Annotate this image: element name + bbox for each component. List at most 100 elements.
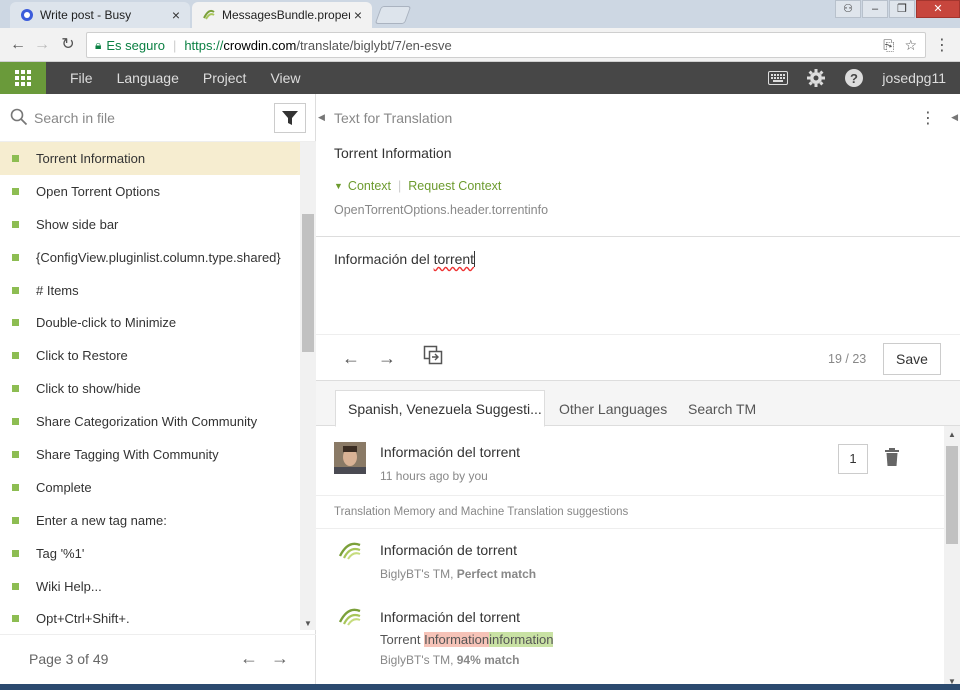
browser-tab-crowdin[interactable]: MessagesBundle.properti × xyxy=(192,2,372,28)
scroll-up-icon[interactable]: ▲ xyxy=(948,430,956,439)
tab-other-languages[interactable]: Other Languages xyxy=(547,390,679,427)
save-button[interactable]: Save xyxy=(883,343,941,375)
list-item-label: Open Torrent Options xyxy=(36,183,161,199)
browser-tab-strip: Write post - Busy × MessagesBundle.prope… xyxy=(0,0,960,28)
list-item[interactable]: Share Tagging With Community xyxy=(0,438,300,471)
source-string: Torrent Information xyxy=(334,145,452,161)
request-context-link[interactable]: Request Context xyxy=(408,179,501,193)
close-tab-icon[interactable]: × xyxy=(172,7,180,23)
list-item[interactable]: Share Categorization With Community xyxy=(0,405,300,438)
settings-gear-icon[interactable] xyxy=(806,68,826,88)
divider xyxy=(316,528,944,529)
translation-text[interactable]: Información del torrent xyxy=(334,251,476,267)
search-input[interactable] xyxy=(34,108,254,128)
text-for-translation-heading: Text for Translation xyxy=(334,110,453,126)
list-item-label: Tag '%1' xyxy=(36,545,85,561)
translate-icon[interactable]: ⎘ xyxy=(883,37,894,54)
caret-down-icon: ▼ xyxy=(334,181,343,191)
list-item-label: Opt+Ctrl+Shift+. xyxy=(36,611,130,627)
list-item[interactable]: Click to show/hide xyxy=(0,372,300,405)
close-window-icon[interactable]: ✕ xyxy=(916,0,960,18)
vote-count[interactable]: 1 xyxy=(838,444,868,474)
menubar-right: ? josedpg11 xyxy=(768,62,960,94)
copy-source-button[interactable] xyxy=(420,345,446,371)
list-item[interactable]: Enter a new tag name: xyxy=(0,504,300,537)
list-item[interactable]: Click to Restore xyxy=(0,339,300,372)
tab-language-suggestions[interactable]: Spanish, Venezuela Suggesti... xyxy=(335,390,545,427)
next-string-icon[interactable]: → xyxy=(374,345,400,371)
list-item-label: Share Categorization With Community xyxy=(36,414,258,430)
context-toggle[interactable]: Context xyxy=(348,179,391,193)
status-square-icon xyxy=(12,516,19,524)
list-item[interactable]: Double-click to Minimize xyxy=(0,306,300,339)
suggestion-text: Información del torrent xyxy=(380,444,521,460)
user-profile-icon[interactable]: ⚇ xyxy=(835,0,861,18)
more-options-icon[interactable]: ⋮ xyxy=(920,108,936,128)
diff-removed: Information xyxy=(424,632,490,647)
previous-page-icon[interactable]: ← xyxy=(238,647,260,669)
menu-file[interactable]: File xyxy=(70,70,93,86)
scrollbar-thumb[interactable] xyxy=(946,446,958,544)
list-item[interactable]: Show side bar xyxy=(0,208,300,241)
context-row: ▼ Context | Request Context xyxy=(334,179,501,193)
tm-section-header: Translation Memory and Machine Translati… xyxy=(334,506,629,518)
trash-icon[interactable] xyxy=(884,448,900,466)
list-item-label: Enter a new tag name: xyxy=(36,512,167,528)
menu-language[interactable]: Language xyxy=(117,70,179,86)
scroll-down-icon[interactable]: ▼ xyxy=(304,619,312,628)
editor-toolbar: ← → 19 / 23 Save xyxy=(316,334,960,380)
reload-icon[interactable]: ↻ xyxy=(58,35,78,55)
minimize-icon[interactable]: – xyxy=(862,0,888,18)
window-controls: ⚇ – ❐ ✕ xyxy=(834,0,960,18)
new-tab-button[interactable] xyxy=(374,6,412,24)
url-bar[interactable]: 🔒︎ Es seguro | https://crowdin.com/trans… xyxy=(86,32,926,58)
translation-panel: ◀ ◀ Text for Translation ⋮ Torrent Infor… xyxy=(316,94,960,690)
collapse-right-panel-icon[interactable]: ◀ xyxy=(951,112,958,123)
back-arrow-icon[interactable]: ← xyxy=(8,35,28,55)
list-item[interactable]: Open Torrent Options xyxy=(0,175,300,208)
list-item-label: Show side bar xyxy=(36,216,119,232)
busy-favicon-icon xyxy=(21,9,33,21)
list-item[interactable]: Tag '%1' xyxy=(0,537,300,570)
user-suggestion[interactable]: Información del torrent 11 hours ago by … xyxy=(316,426,944,496)
list-item[interactable]: Wiki Help... xyxy=(0,570,300,603)
apps-grid-button[interactable] xyxy=(0,62,46,94)
list-item[interactable]: {ConfigView.pluginlist.column.type.share… xyxy=(0,241,300,274)
list-item[interactable]: # Items xyxy=(0,274,300,307)
menu-project[interactable]: Project xyxy=(203,70,247,86)
lock-icon: 🔒︎ xyxy=(95,37,102,52)
avatar xyxy=(334,442,366,474)
restore-icon[interactable]: ❐ xyxy=(889,0,915,18)
string-list-scrollbar[interactable]: ▼ xyxy=(300,142,316,630)
previous-string-icon[interactable]: ← xyxy=(338,345,364,371)
username-menu[interactable]: josedpg11 xyxy=(882,70,946,86)
app-menubar: File Language Project View ? josedpg11 xyxy=(0,62,960,94)
browser-tab-busy[interactable]: Write post - Busy × xyxy=(10,2,190,28)
suggestions-list: Información del torrent 11 hours ago by … xyxy=(316,426,944,690)
collapse-left-panel-icon[interactable]: ◀ xyxy=(318,112,325,123)
status-square-icon xyxy=(12,418,19,426)
status-square-icon xyxy=(12,154,19,162)
menu-view[interactable]: View xyxy=(270,70,300,86)
help-icon[interactable]: ? xyxy=(844,68,864,88)
filter-button[interactable] xyxy=(274,103,306,133)
bookmark-star-icon[interactable]: ☆ xyxy=(904,37,917,54)
list-item[interactable]: Opt+Ctrl+Shift+. xyxy=(0,602,300,630)
suggestions-scrollbar[interactable]: ▲ ▼ xyxy=(944,426,960,690)
status-square-icon xyxy=(12,319,19,327)
list-item-label: Click to show/hide xyxy=(36,381,141,397)
tab-search-tm[interactable]: Search TM xyxy=(676,390,768,427)
keyboard-icon[interactable] xyxy=(768,71,789,85)
list-item[interactable]: Torrent Information xyxy=(0,142,300,175)
scrollbar-thumb[interactable] xyxy=(302,214,314,352)
list-item[interactable]: Complete xyxy=(0,471,300,504)
grid-icon xyxy=(15,70,31,86)
translation-editor[interactable]: Información del torrent xyxy=(316,236,960,334)
next-page-icon[interactable]: → xyxy=(269,647,291,669)
close-tab-icon[interactable]: × xyxy=(354,7,362,23)
tab-title: MessagesBundle.properti xyxy=(222,8,350,22)
user-photo-icon xyxy=(334,442,366,474)
forward-arrow-icon[interactable]: → xyxy=(32,35,52,55)
list-item-label: # Items xyxy=(36,282,79,298)
browser-menu-icon[interactable]: ⋮ xyxy=(934,35,950,55)
